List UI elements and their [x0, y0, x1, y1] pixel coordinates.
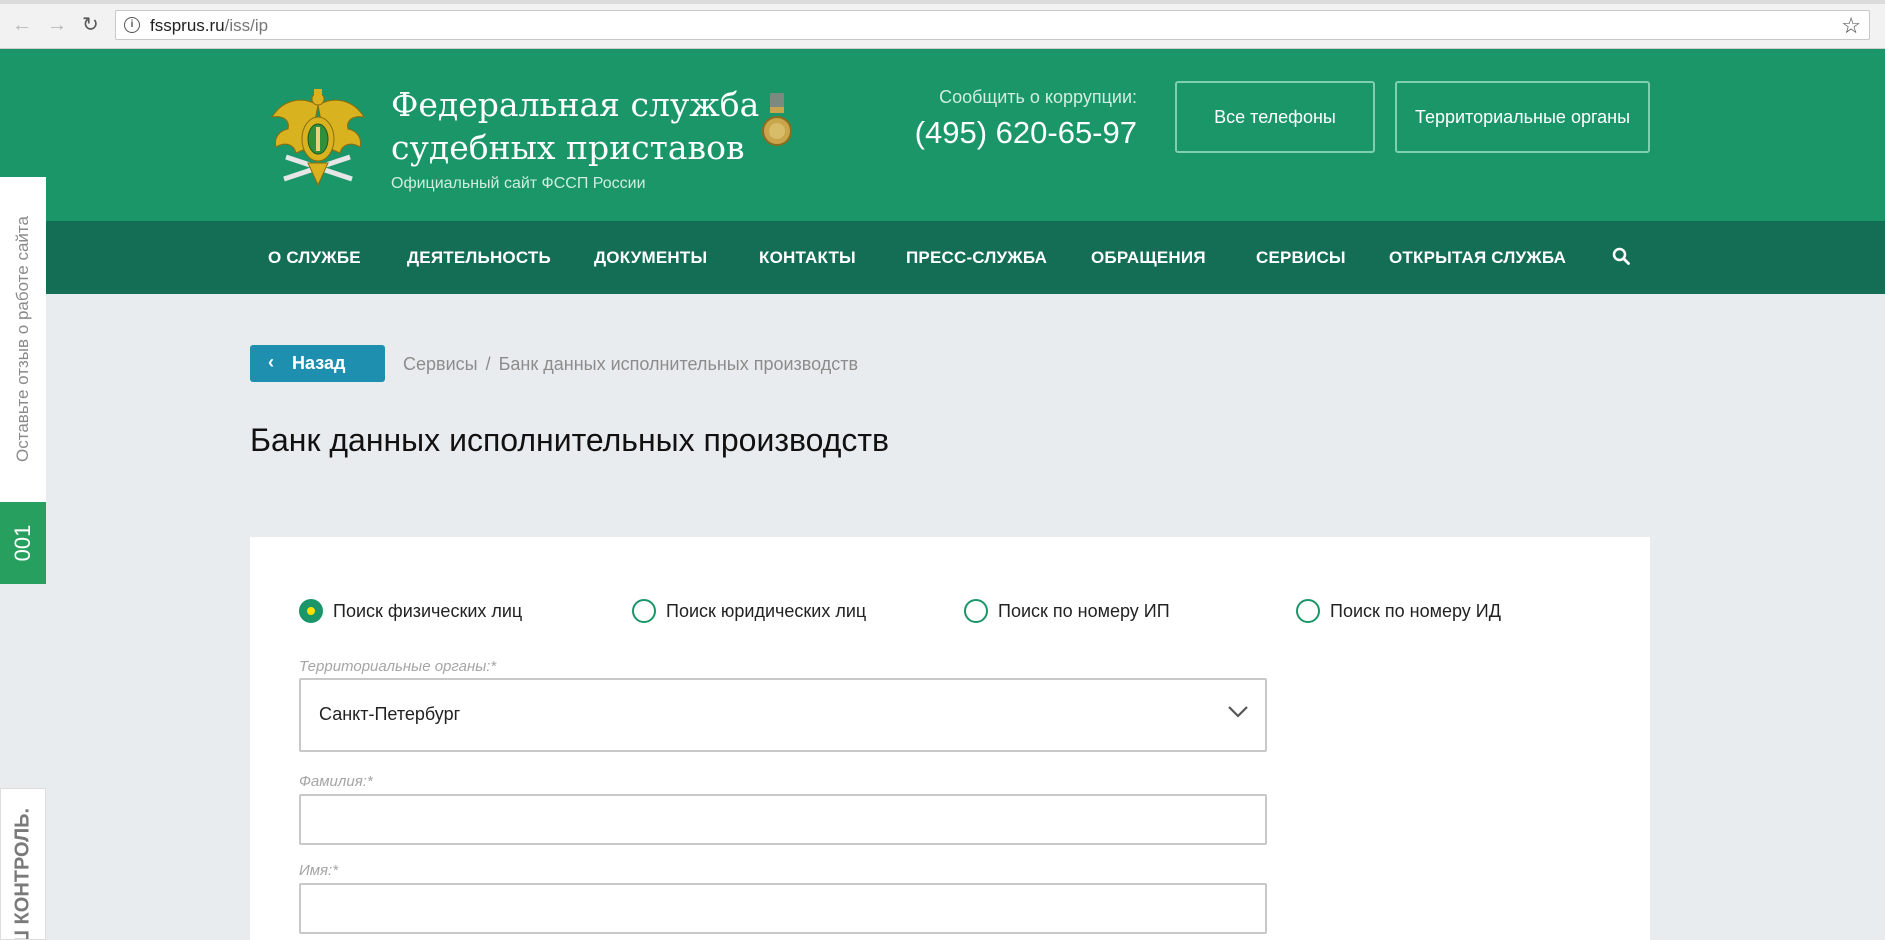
chevron-left-icon: ‹: [268, 352, 274, 372]
breadcrumb-services[interactable]: Сервисы: [403, 354, 478, 374]
radio-label: Поиск по номеру ИД: [1330, 600, 1501, 621]
radio-individuals[interactable]: Поиск физических лиц: [299, 596, 522, 626]
nav-item-about[interactable]: О СЛУЖБЕ: [268, 248, 361, 268]
org-title[interactable]: Федеральная служба судебных приставов: [391, 83, 791, 169]
chevron-down-icon[interactable]: [1227, 700, 1249, 722]
info-icon[interactable]: i: [124, 17, 140, 33]
reload-icon[interactable]: ↻: [82, 15, 99, 35]
back-button[interactable]: ‹ Назад: [250, 345, 385, 382]
breadcrumb-separator: /: [485, 354, 491, 374]
corruption-phone[interactable]: (495) 620-65-97: [860, 115, 1137, 151]
radio-legal-entities[interactable]: Поиск юридических лиц: [632, 596, 866, 626]
region-select[interactable]: Санкт-Петербург: [299, 678, 1267, 752]
region-select-value: Санкт-Петербург: [319, 704, 461, 724]
browser-tabstrip: [0, 0, 1885, 4]
feedback-label: Оставьте отзыв о работе сайта: [13, 216, 32, 462]
back-button-label: Назад: [292, 353, 346, 373]
radio-label: Поиск физических лиц: [333, 600, 523, 621]
back-arrow-icon[interactable]: ←: [12, 15, 32, 35]
control-side-tab[interactable]: Ш КОНТРОЛЬ.: [0, 788, 46, 940]
radio-label: Поиск юридических лиц: [666, 600, 867, 621]
radio-unchecked-icon[interactable]: [964, 599, 988, 623]
nav-item-services[interactable]: СЕРВИСЫ: [1256, 248, 1346, 268]
all-phones-button[interactable]: Все телефоны: [1175, 81, 1375, 153]
breadcrumb-current: Банк данных исполнительных производств: [498, 354, 859, 374]
radio-checked-icon[interactable]: [299, 599, 323, 623]
control-label: Ш КОНТРОЛЬ.: [11, 807, 34, 940]
site-header: Федеральная служба судебных приставов Оф…: [0, 49, 1885, 221]
breadcrumb: Сервисы / Банк данных исполнительных произ…: [403, 354, 858, 375]
browser-toolbar: ← → ↻ i fssprus.ru/iss/ip ☆: [0, 0, 1885, 49]
fssp-emblem-logo[interactable]: [270, 87, 366, 187]
url-domain: fssprus.ru: [150, 16, 225, 35]
radio-id-number[interactable]: Поиск по номеру ИД: [1296, 596, 1501, 626]
search-icon[interactable]: [1612, 247, 1630, 265]
org-title-line1: Федеральная служба: [391, 85, 760, 124]
lastname-label: Фамилия:*: [299, 773, 373, 790]
radio-unchecked-icon[interactable]: [632, 599, 656, 623]
radio-ip-number[interactable]: Поиск по номеру ИП: [964, 596, 1170, 626]
region-label: Территориальные органы:*: [299, 658, 497, 675]
main-navigation: О СЛУЖБЕ ДЕЯТЕЛЬНОСТЬ ДОКУМЕНТЫ КОНТАКТЫ…: [0, 221, 1885, 294]
forward-arrow-icon[interactable]: →: [47, 15, 67, 35]
corruption-report-label: Сообщить о коррупции:: [939, 87, 1137, 107]
url-text[interactable]: fssprus.ru/iss/ip: [150, 16, 268, 36]
search-form-panel: Поиск физических лиц Поиск юридических л…: [250, 537, 1650, 940]
org-subtitle: Официальный сайт ФССП России: [391, 175, 646, 192]
nav-item-open-service[interactable]: ОТКРЫТАЯ СЛУЖБА: [1389, 248, 1566, 268]
radio-label: Поиск по номеру ИП: [998, 600, 1170, 621]
page-title: Банк данных исполнительных производств: [250, 422, 890, 458]
lastname-input[interactable]: [299, 794, 1267, 845]
counter-side-tab[interactable]: 001: [0, 502, 46, 584]
org-title-line2: судебных приставов: [391, 128, 745, 167]
firstname-label: Имя:*: [299, 862, 339, 879]
nav-item-contacts[interactable]: КОНТАКТЫ: [759, 248, 856, 268]
counter-label: 001: [10, 524, 35, 562]
radio-unchecked-icon[interactable]: [1296, 599, 1320, 623]
address-bar[interactable]: i fssprus.ru/iss/ip ☆: [115, 10, 1870, 40]
nav-item-documents[interactable]: ДОКУМЕНТЫ: [594, 248, 707, 268]
medal-icon[interactable]: [762, 93, 792, 149]
nav-item-appeals[interactable]: ОБРАЩЕНИЯ: [1091, 248, 1206, 268]
url-path: /iss/ip: [224, 16, 269, 35]
bookmark-star-icon[interactable]: ☆: [1841, 13, 1861, 39]
nav-item-activity[interactable]: ДЕЯТЕЛЬНОСТЬ: [407, 248, 551, 268]
feedback-side-tab[interactable]: Оставьте отзыв о работе сайта: [0, 177, 46, 502]
territorial-bodies-button[interactable]: Территориальные органы: [1395, 81, 1650, 153]
nav-item-press[interactable]: ПРЕСС-СЛУЖБА: [906, 248, 1047, 268]
firstname-input[interactable]: [299, 883, 1267, 934]
